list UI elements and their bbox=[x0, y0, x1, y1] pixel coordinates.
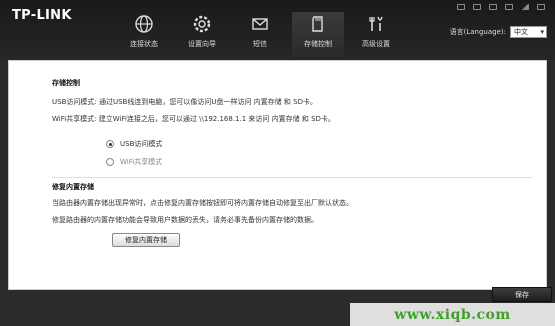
wifi-mode-option[interactable]: WiFi共享模式 bbox=[106, 157, 162, 167]
globe-icon bbox=[135, 15, 153, 33]
repair-description: 当路由器内置存储出现异常时，点击修复内置存储按钮即可将内置存储自动修复至出厂默认… bbox=[52, 199, 353, 207]
content-panel: 存储控制 USB访问模式: 通过USB线连到电脑，您可以像访问U盘一样访问 内置… bbox=[8, 60, 547, 290]
gear-icon bbox=[193, 15, 211, 33]
usb-status-icon bbox=[489, 4, 497, 10]
nav-item-status[interactable]: 连接状态 bbox=[118, 12, 170, 57]
nav-item-wizard[interactable]: 设置向导 bbox=[176, 12, 228, 57]
usb-mode-radio[interactable] bbox=[106, 140, 114, 148]
wifi-mode-description: WiFi共享模式: 建立WiFi连接之后，您可以通过 \\192.168.1.1… bbox=[52, 115, 335, 123]
battery-icon bbox=[537, 4, 545, 10]
nav-item-label: 连接状态 bbox=[130, 40, 158, 48]
language-selected: 中文 bbox=[514, 28, 528, 36]
message-status-icon bbox=[457, 4, 465, 10]
nav-item-label: 短信 bbox=[253, 40, 267, 48]
nav-item-label: 设置向导 bbox=[188, 40, 216, 48]
sd-card-icon bbox=[312, 16, 323, 32]
tools-icon bbox=[369, 16, 383, 31]
nav-item-storage[interactable]: 存储控制 bbox=[292, 12, 344, 57]
language-select[interactable]: 中文 ▾ bbox=[510, 26, 547, 38]
section-divider bbox=[52, 177, 532, 178]
storage-title: 存储控制 bbox=[52, 79, 80, 87]
wifi-mode-label: WiFi共享模式 bbox=[120, 158, 163, 166]
save-button[interactable]: 保存 bbox=[492, 287, 552, 302]
mail-icon bbox=[252, 18, 268, 30]
language-switcher: 语言(Language): 中文 ▾ bbox=[450, 26, 547, 38]
repair-title: 修复内置存储 bbox=[52, 183, 94, 191]
nav-item-label: 高级设置 bbox=[362, 40, 390, 48]
nav-item-sms[interactable]: 短信 bbox=[234, 12, 286, 57]
usb-mode-option[interactable]: USB访问模式 bbox=[106, 139, 162, 149]
sim-status-icon bbox=[505, 4, 513, 10]
status-bar bbox=[457, 4, 545, 10]
usb-mode-description: USB访问模式: 通过USB线连到电脑，您可以像访问U盘一样访问 内置存储 和 … bbox=[52, 98, 317, 106]
sd-status-icon bbox=[473, 4, 481, 10]
nav-item-advanced[interactable]: 高级设置 bbox=[350, 12, 402, 57]
wifi-mode-radio[interactable] bbox=[106, 158, 114, 166]
nav-item-label: 存储控制 bbox=[304, 40, 332, 48]
brand-logo: TP-LINK bbox=[12, 8, 72, 23]
repair-warning: 修复路由器的内置存储功能会导致用户数据的丢失，请务必事先备份内置存储的数据。 bbox=[52, 216, 318, 224]
language-label: 语言(Language): bbox=[449, 28, 506, 36]
watermark-text: www.xiqb.com bbox=[394, 306, 511, 323]
repair-storage-button[interactable]: 修复内置存储 bbox=[112, 233, 180, 247]
chevron-down-icon: ▾ bbox=[540, 28, 544, 36]
top-header: TP-LINK 连接状态 设置向导 短信 存储控制 高级设置 语言(Langua… bbox=[0, 0, 555, 60]
usb-mode-label: USB访问模式 bbox=[120, 140, 163, 148]
signal-icon bbox=[521, 4, 529, 10]
watermark: www.xiqb.com bbox=[350, 303, 555, 326]
main-nav: 连接状态 设置向导 短信 存储控制 高级设置 bbox=[118, 12, 408, 57]
